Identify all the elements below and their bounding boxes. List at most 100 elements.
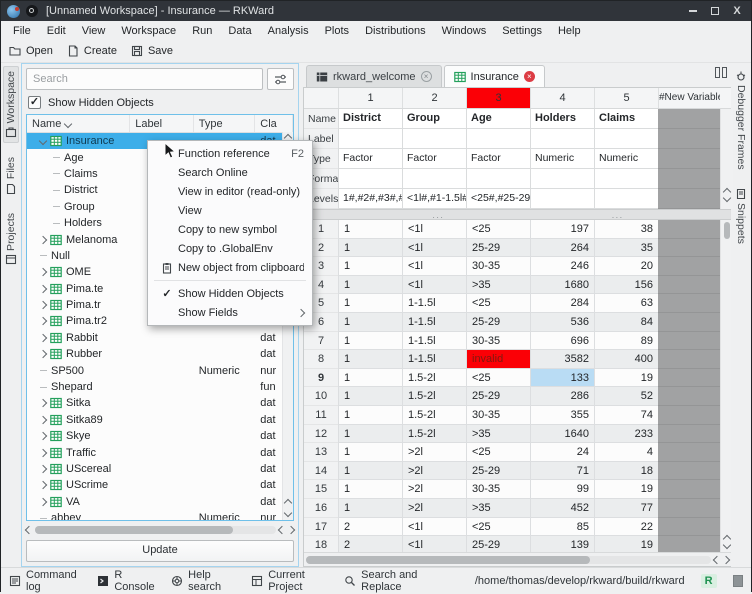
tree-row-sp500[interactable]: SP500Numericnur <box>27 362 293 378</box>
data-cell[interactable]: invalid <box>466 350 530 369</box>
menu-view[interactable]: View <box>74 23 114 39</box>
data-cell[interactable]: >2l <box>402 499 466 518</box>
data-cell[interactable]: 4 <box>594 443 658 462</box>
row-number[interactable]: 12 <box>304 425 338 444</box>
data-cell[interactable]: 1 <box>338 350 402 369</box>
row-number[interactable]: 9 <box>304 369 338 388</box>
row-number[interactable]: 15 <box>304 480 338 499</box>
data-cell[interactable]: 89 <box>594 332 658 351</box>
data-cell[interactable]: 38 <box>594 220 658 239</box>
meta-cell[interactable] <box>530 129 594 149</box>
data-cell[interactable]: 1 <box>338 462 402 481</box>
new-variable-cell[interactable] <box>658 518 720 537</box>
data-vertical-scrollbar[interactable] <box>720 499 731 518</box>
data-cell[interactable]: 24 <box>530 443 594 462</box>
data-cell[interactable]: <25 <box>466 294 530 313</box>
data-cell[interactable]: 77 <box>594 499 658 518</box>
meta-cell[interactable] <box>402 169 466 189</box>
data-vertical-scrollbar[interactable] <box>720 480 731 499</box>
data-cell[interactable]: 355 <box>530 406 594 425</box>
meta-cell[interactable]: 1#,#2#,#3#,#4 <box>338 189 402 209</box>
data-cell[interactable]: 1.5-2l <box>402 369 466 388</box>
data-cell[interactable]: 246 <box>530 257 594 276</box>
data-cell[interactable]: 1 <box>338 425 402 444</box>
editor-pane-splitter[interactable]: ······ <box>304 209 731 220</box>
data-cell[interactable]: 99 <box>530 480 594 499</box>
data-cell[interactable]: 696 <box>530 332 594 351</box>
menu-edit[interactable]: Edit <box>39 23 74 39</box>
row-number[interactable]: 17 <box>304 518 338 537</box>
tool-tab-debugger-frames[interactable]: Debugger Frames <box>734 66 748 174</box>
data-vertical-scrollbar[interactable] <box>720 536 731 552</box>
tool-tab-workspace[interactable]: Workspace <box>3 66 19 143</box>
data-vertical-scrollbar[interactable] <box>720 294 731 313</box>
meta-cell[interactable] <box>594 129 658 149</box>
statusbar-help-search[interactable]: Help search <box>171 569 235 593</box>
statusbar-current-project[interactable]: Current Project <box>251 569 328 593</box>
data-cell[interactable]: 19 <box>594 480 658 499</box>
meta-cell[interactable]: <1l#,#1-1.5l#,... <box>402 189 466 209</box>
data-cell[interactable]: >35 <box>466 425 530 444</box>
data-cell[interactable]: 286 <box>530 387 594 406</box>
data-vertical-scrollbar[interactable] <box>720 239 731 258</box>
toolbar-create-button[interactable]: Create <box>67 45 117 57</box>
context-menu-item-view-in-editor-read-only-[interactable]: View in editor (read-only) <box>148 182 312 201</box>
data-cell[interactable]: 35 <box>594 239 658 258</box>
tree-row-uscrime[interactable]: UScrimedat <box>27 477 293 493</box>
data-cell[interactable]: <25 <box>466 369 530 388</box>
column-header-6[interactable]: #New Variable# <box>658 88 720 108</box>
data-vertical-scrollbar[interactable] <box>720 350 731 369</box>
data-vertical-scrollbar[interactable] <box>720 313 731 332</box>
data-cell[interactable]: 18 <box>594 462 658 481</box>
data-cell[interactable]: 1.5-2l <box>402 425 466 444</box>
row-number[interactable]: 8 <box>304 350 338 369</box>
context-menu-item-show-hidden-objects[interactable]: ✓Show Hidden Objects <box>148 284 312 303</box>
data-vertical-scrollbar[interactable] <box>720 332 731 351</box>
menu-analysis[interactable]: Analysis <box>260 23 317 39</box>
menu-workspace[interactable]: Workspace <box>113 23 184 39</box>
meta-cell[interactable]: District <box>338 109 402 129</box>
tab-insurance[interactable]: Insurance× <box>444 65 545 87</box>
data-cell[interactable]: 20 <box>594 257 658 276</box>
split-view-icon[interactable] <box>715 67 727 78</box>
data-cell[interactable]: 52 <box>594 387 658 406</box>
data-vertical-scrollbar[interactable] <box>720 387 731 406</box>
filter-options-button[interactable] <box>267 68 294 90</box>
meta-cell[interactable] <box>466 129 530 149</box>
data-cell[interactable]: <1l <box>402 220 466 239</box>
meta-cell[interactable] <box>530 189 594 209</box>
maximize-button[interactable] <box>707 4 723 18</box>
tool-tab-projects[interactable]: Projects <box>4 209 18 270</box>
data-cell[interactable]: >2l <box>402 480 466 499</box>
tree-column-header-type[interactable]: Type <box>194 115 256 132</box>
data-cell[interactable]: 1640 <box>530 425 594 444</box>
data-cell[interactable]: 1.5-2l <box>402 406 466 425</box>
data-cell[interactable]: 74 <box>594 406 658 425</box>
column-header-4[interactable]: 4 <box>530 88 594 108</box>
tool-tab-snippets[interactable]: Snippets <box>734 184 748 248</box>
data-cell[interactable]: >35 <box>466 499 530 518</box>
data-vertical-scrollbar[interactable] <box>720 257 731 276</box>
row-number[interactable]: 13 <box>304 443 338 462</box>
tree-row-sitka[interactable]: Sitkadat <box>27 395 293 411</box>
data-cell[interactable]: 25-29 <box>466 313 530 332</box>
menu-plots[interactable]: Plots <box>317 23 357 39</box>
data-cell[interactable]: >2l <box>402 462 466 481</box>
tree-row-va[interactable]: VAdat <box>27 494 293 510</box>
data-cell[interactable]: 84 <box>594 313 658 332</box>
meta-cell[interactable]: Claims <box>594 109 658 129</box>
context-menu-item-copy-to-new-symbol[interactable]: Copy to new symbol <box>148 220 312 239</box>
meta-cell[interactable]: Holders <box>530 109 594 129</box>
new-variable-cell[interactable] <box>658 149 720 169</box>
data-cell[interactable]: 2 <box>338 518 402 537</box>
meta-cell[interactable] <box>338 129 402 149</box>
data-cell[interactable]: 1 <box>338 220 402 239</box>
new-variable-cell[interactable] <box>658 109 720 129</box>
data-cell[interactable]: 1 <box>338 387 402 406</box>
row-number[interactable]: 7 <box>304 332 338 351</box>
column-header-5[interactable]: 5 <box>594 88 658 108</box>
data-cell[interactable]: 1 <box>338 257 402 276</box>
new-variable-cell[interactable] <box>658 387 720 406</box>
data-cell[interactable]: 1-1.5l <box>402 332 466 351</box>
menu-data[interactable]: Data <box>220 23 259 39</box>
